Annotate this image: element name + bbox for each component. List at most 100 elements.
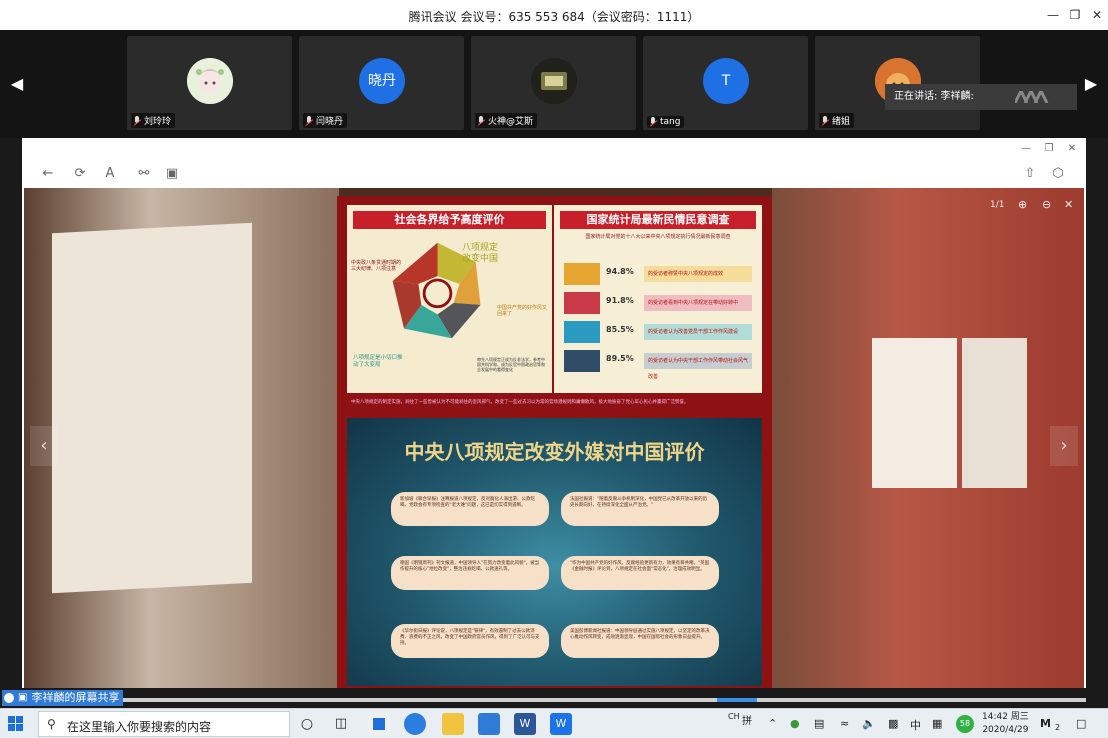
avatar [187,58,233,104]
participant-label: 闫晓丹 [303,113,348,128]
wheel-label-top-right: 八项规定 改变中国 [462,243,499,264]
wheel-label-bottom-right: 审先八项规定正成为反非法学，参考中国共科学和、成为反官中国政治官等和企发展中的看… [477,357,545,372]
crop-icon[interactable]: ▣ [164,166,180,182]
windows-taskbar: ⚲ 在这里输入你要搜索的内容 ○ ◫ W W CH 拼 ⌃ ● ▤ ≈ 🔈 ▩ … [0,708,1108,738]
screen-share-icon: ▣ [18,692,28,703]
screen-share-label[interactable]: ▣ 李祥麟的屏幕共享 [2,690,124,706]
participant-label: 火神@艾斯 [475,113,538,128]
mic-muted-icon [305,115,313,126]
survey-stat: 89.5% 的受访者认为中央干部工作作风带动社会风气改善 [564,350,756,380]
app-tray-icon[interactable]: ● [790,717,800,730]
user-icon [4,693,14,703]
tray-badge: 2 [1055,723,1061,732]
media-quote: 美国彭博新闻社报道：中国领导层通过实施八项规定，以坚定的改革决心推动作风转变，成… [561,624,719,658]
media-quote: 德国《明镜周刊》刊文报道，中国领导人"在努力改变着此风貌"，被当作提升的核心"地… [391,556,549,590]
close-icon[interactable]: ✕ [1064,141,1080,157]
poster-left-title: 社会各界给予高度评价 [353,211,546,229]
next-participants-icon[interactable]: ▶ [1084,76,1098,92]
wps-icon[interactable]: W [550,713,572,735]
survey-stat: 85.5% 的受访者认为改善党员干部工作作风建设 [564,321,756,343]
tencent-meeting-icon[interactable] [478,713,500,735]
link-icon[interactable]: ⚯ [136,166,152,182]
poster-foreign-media-panel: 中央八项规定改变外媒对中国评价 新加坡《联合早报》注释报道八项规定，反对腐化人海… [347,418,762,686]
share-icon[interactable]: ⇧ [1022,166,1038,182]
mic-muted-icon [649,117,657,127]
share-status-bar: ▣ 李祥麟的屏幕共享 [0,688,1108,708]
prev-participants-icon[interactable]: ◀ [10,76,24,92]
close-viewer-icon[interactable]: ✕ [1064,198,1073,211]
text-icon[interactable]: A [102,166,118,182]
image-viewer: 1/1 ⊕ ⊖ ✕ ‹ › 社会各界给予高度评价 八项规定 改变中国 中央政八条… [24,188,1084,698]
viewer-toolbar: ← ⟳ A ⚯ ▣ ⇧ ⬡ [22,160,1086,188]
store-icon[interactable] [368,713,390,735]
security-badge[interactable]: 58 [956,715,974,733]
zoom-in-icon[interactable]: ⊕ [1018,198,1027,211]
participant-label: 绪姐 [819,113,855,128]
participant-tile[interactable]: 绪姐 [815,36,980,130]
browser-icon[interactable] [404,713,426,735]
minimize-icon[interactable]: — [1044,6,1062,24]
viewer-titlebar: — ❐ ✕ [22,138,1086,160]
next-image-icon[interactable]: › [1050,426,1078,466]
windows-start-icon[interactable] [8,716,24,732]
prev-image-icon[interactable]: ‹ [30,426,58,466]
wheel-label-bottom-left: 八项规定是小切口推动了大变局 [353,355,403,368]
close-icon[interactable]: ✕ [1088,6,1106,24]
media-quote: 《华尔街日报》评论说，八项规定是"铁律"，有效遏制了过去公款消费、浪费的不正之风… [391,624,549,658]
ime-pinyin[interactable]: 拼 [742,712,752,727]
system-clock[interactable]: 14:42 周三 2020/4/29 [982,711,1029,737]
cube-icon[interactable]: ⬡ [1050,166,1066,182]
taskbar-search-box[interactable]: ⚲ 在这里输入你要搜索的内容 [38,711,290,737]
exhibit-room-left [24,188,339,698]
wifi-icon[interactable]: ≈ [840,717,849,730]
poster-right-subtitle: 国家统计局对党的十八大以来中央八项规定执行情况最新民意调查 [585,234,731,240]
participant-tile[interactable]: 晓丹 闫晓丹 [299,36,464,130]
active-speaker-indicator: 正在讲话: 李祥麟: [885,84,1077,110]
ime-grid-icon[interactable]: ▦ [932,717,942,730]
viewer-scrollbar[interactable] [22,698,1086,702]
media-quote: 法国社报道："随着反腐斗争机制深化，中国党已从改革开放以来的历史长期向好，在持续… [561,492,719,526]
word-icon[interactable]: W [514,713,536,735]
cortana-icon[interactable]: ○ [296,713,318,735]
volume-icon[interactable]: 🔈 [862,717,876,730]
minimize-icon[interactable]: — [1018,141,1034,157]
participant-tile[interactable]: T tang [643,36,808,130]
avatar: 晓丹 [359,58,405,104]
poster-survey-panel: 国家统计局最新民情民意调查 国家统计局对党的十八大以来中央八项规定执行情况最新民… [554,205,762,393]
participant-label: 刘玲玲 [131,113,176,128]
battery-icon[interactable]: ▤ [814,717,824,730]
search-icon: ⚲ [47,717,56,731]
poster-right-title: 国家统计局最新民情民意调查 [560,211,756,229]
meeting-tray-icon[interactable]: M [1040,717,1051,730]
survey-stat: 94.8% 的受访者称赞中央八项规定的成效 [564,263,756,285]
participants-strip: ◀ ▶ 刘玲玲 晓丹 闫晓丹 火神@艾斯 T tang 绪姐 正在讲话: 李祥麟… [0,30,1108,138]
ime-mode[interactable]: CH [728,712,740,721]
media-quote: "作为中国共产党的好作风，反腐经验更新有力，效果有目共睹。"英国《金融时报》评论… [561,556,719,590]
task-view-icon[interactable]: ◫ [330,713,352,735]
back-icon[interactable]: ← [40,166,56,182]
restore-icon[interactable]: ❐ [1066,6,1084,24]
input-language[interactable]: 中 [910,717,921,733]
shared-screen-window: — ❐ ✕ ← ⟳ A ⚯ ▣ ⇧ ⬡ 1/1 ⊕ ⊖ ✕ ‹ › 社会各界给予… [22,138,1086,708]
restore-icon[interactable]: ❐ [1041,141,1057,157]
zoom-out-icon[interactable]: ⊖ [1042,198,1051,211]
participant-label: tang [647,116,685,128]
window-titlebar: 腾讯会议 会议号：635 553 684（会议密码：1111） — ❐ ✕ [0,0,1108,30]
survey-stat: 91.8% 的受访者看到中央八项规定在带动好转中 [564,292,756,314]
wheel-label-left: 中央政八条贯通时期的三大纪律、八项注意 [351,260,402,272]
participant-tile[interactable]: 刘玲玲 [127,36,292,130]
file-explorer-icon[interactable] [442,713,464,735]
poster: 社会各界给予高度评价 八项规定 改变中国 中央政八条贯通时期的三大纪律、八项注意… [337,196,772,696]
page-indicator: 1/1 [990,200,1005,210]
rotate-icon[interactable]: ⟳ [72,166,88,182]
window-title: 腾讯会议 会议号：635 553 684（会议密码：1111） [408,10,700,24]
mic-muted-icon [821,115,829,126]
show-hidden-icons[interactable]: ⌃ [768,717,777,730]
avatar [531,58,577,104]
participant-tile[interactable]: 火神@艾斯 [471,36,636,130]
poster-note: 中央八项规定的制定实施，刹住了一些曾被认为不可能刹住的歪风邪气，改变了一些过去习… [351,400,689,405]
audio-wave-icon [1015,91,1049,103]
notifications-icon[interactable]: □ [1076,717,1086,730]
keyboard-icon[interactable]: ▩ [888,717,898,730]
exhibit-room-right [772,188,1084,698]
